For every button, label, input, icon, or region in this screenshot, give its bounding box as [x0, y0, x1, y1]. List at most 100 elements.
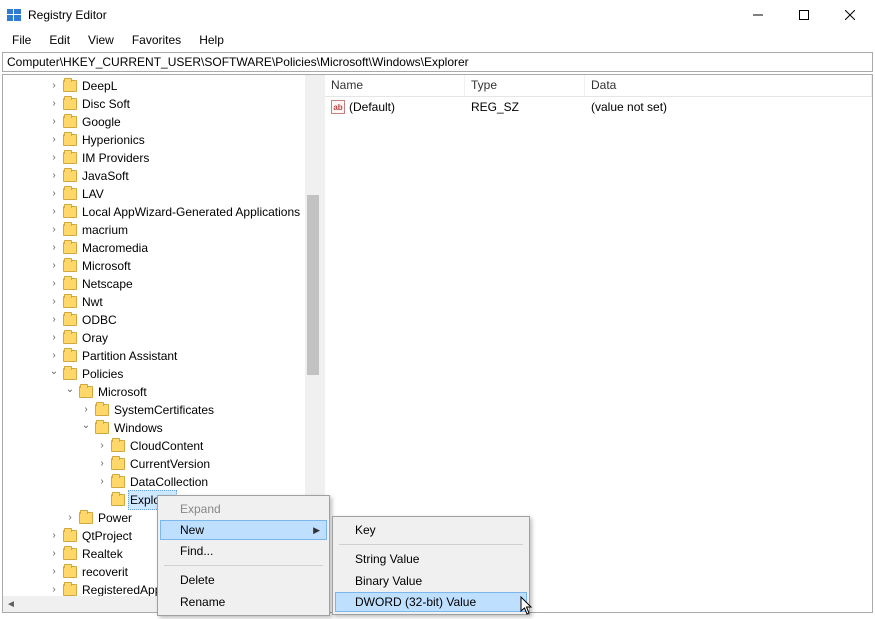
- tree-node-label: Partition Assistant: [80, 347, 179, 365]
- ctx-rename[interactable]: Rename: [160, 591, 327, 613]
- col-header-type[interactable]: Type: [465, 75, 585, 96]
- tree-node[interactable]: ›Hyperionics: [7, 131, 321, 149]
- expand-icon[interactable]: ›: [96, 440, 108, 452]
- tree-node[interactable]: › LAV: [7, 185, 321, 203]
- tree-vscroll-thumb[interactable]: [307, 195, 319, 375]
- value-data: (value not set): [585, 98, 872, 116]
- expand-icon[interactable]: ›: [48, 548, 60, 560]
- tree-node[interactable]: › CloudContent: [7, 437, 321, 455]
- expand-icon[interactable]: ›: [48, 206, 60, 218]
- submenu-key[interactable]: Key: [335, 519, 527, 541]
- menu-edit[interactable]: Edit: [41, 31, 78, 49]
- expand-icon[interactable]: ›: [48, 242, 60, 254]
- expand-icon[interactable]: ›: [48, 80, 60, 92]
- expand-icon[interactable]: ›: [96, 458, 108, 470]
- tree-node-label: macrium: [80, 221, 130, 239]
- ctx-separator: [164, 565, 323, 566]
- folder-icon: [63, 224, 77, 236]
- expand-icon[interactable]: ›: [48, 134, 60, 146]
- tree-node-label: LAV: [80, 185, 106, 203]
- menu-file[interactable]: File: [4, 31, 39, 49]
- submenu-string[interactable]: String Value: [335, 548, 527, 570]
- expand-icon[interactable]: ›: [48, 224, 60, 236]
- tree-node-label: Policies: [80, 365, 125, 383]
- tree-node[interactable]: ›Nwt: [7, 293, 321, 311]
- tree-node[interactable]: › DataCollection: [7, 473, 321, 491]
- minimize-button[interactable]: [735, 0, 781, 30]
- ctx-delete[interactable]: Delete: [160, 569, 327, 591]
- tree-node-label: Disc Soft: [80, 95, 132, 113]
- expand-icon[interactable]: ›: [48, 296, 60, 308]
- list-header: Name Type Data: [325, 75, 872, 97]
- expand-icon[interactable]: ›: [48, 566, 60, 578]
- context-menu: Expand New ▶ Find... Delete Rename: [157, 495, 330, 616]
- folder-icon: [63, 278, 77, 290]
- hscroll-left[interactable]: ◄: [3, 596, 19, 612]
- tree-node-label: IM Providers: [80, 149, 151, 167]
- menu-favorites[interactable]: Favorites: [124, 31, 189, 49]
- col-header-data[interactable]: Data: [585, 75, 872, 96]
- tree-node[interactable]: ⌄Windows: [7, 419, 321, 437]
- tree-node[interactable]: ›DeepL: [7, 77, 321, 95]
- tree-node[interactable]: ›Oray: [7, 329, 321, 347]
- expand-icon[interactable]: ›: [48, 152, 60, 164]
- folder-icon: [63, 368, 77, 380]
- list-row[interactable]: ab (Default) REG_SZ (value not set): [325, 97, 872, 117]
- expand-icon[interactable]: ›: [48, 116, 60, 128]
- col-header-name[interactable]: Name: [325, 75, 465, 96]
- expand-icon[interactable]: ›: [48, 188, 60, 200]
- tree-node[interactable]: › JavaSoft: [7, 167, 321, 185]
- tree-node-label: DataCollection: [128, 473, 210, 491]
- expand-icon[interactable]: ›: [48, 170, 60, 182]
- context-submenu-new: Key String Value Binary Value DWORD (32-…: [332, 516, 530, 615]
- address-bar[interactable]: Computer\HKEY_CURRENT_USER\SOFTWARE\Poli…: [2, 52, 873, 72]
- submenu-string-label: String Value: [355, 552, 419, 566]
- expand-icon[interactable]: ›: [48, 314, 60, 326]
- tree-node[interactable]: ›Local AppWizard-Generated Applications: [7, 203, 321, 221]
- maximize-button[interactable]: [781, 0, 827, 30]
- folder-icon: [63, 260, 77, 272]
- folder-icon: [95, 422, 109, 434]
- tree-node[interactable]: ›Netscape: [7, 275, 321, 293]
- ctx-rename-label: Rename: [180, 595, 225, 609]
- tree-node[interactable]: › Disc Soft: [7, 95, 321, 113]
- tree-node[interactable]: ›Macromedia: [7, 239, 321, 257]
- collapse-icon[interactable]: ⌄: [80, 420, 92, 432]
- submenu-dword[interactable]: DWORD (32-bit) Value: [335, 592, 527, 612]
- tree-node[interactable]: › CurrentVersion: [7, 455, 321, 473]
- expand-icon[interactable]: ›: [64, 512, 76, 524]
- tree-node[interactable]: ›Microsoft: [7, 257, 321, 275]
- tree-node[interactable]: › macrium: [7, 221, 321, 239]
- collapse-icon[interactable]: ⌄: [64, 384, 76, 396]
- ctx-find[interactable]: Find...: [160, 540, 327, 562]
- tree-node[interactable]: › IM Providers: [7, 149, 321, 167]
- expand-icon[interactable]: ›: [48, 530, 60, 542]
- tree-node-label: CurrentVersion: [128, 455, 212, 473]
- expand-icon[interactable]: ›: [48, 350, 60, 362]
- expand-icon[interactable]: ›: [48, 278, 60, 290]
- folder-icon: [63, 80, 77, 92]
- expand-icon[interactable]: ›: [48, 260, 60, 272]
- tree-node[interactable]: ⌄Microsoft: [7, 383, 321, 401]
- ctx-expand[interactable]: Expand: [160, 498, 327, 520]
- submenu-binary[interactable]: Binary Value: [335, 570, 527, 592]
- expand-icon[interactable]: ›: [48, 584, 60, 596]
- tree-node[interactable]: ›Google: [7, 113, 321, 131]
- tree-node-label: JavaSoft: [80, 167, 131, 185]
- tree-node-label: CloudContent: [128, 437, 205, 455]
- folder-icon: [63, 530, 77, 542]
- close-button[interactable]: [827, 0, 873, 30]
- expand-icon[interactable]: ›: [48, 98, 60, 110]
- tree-node[interactable]: ›ODBC: [7, 311, 321, 329]
- collapse-icon[interactable]: ⌄: [48, 366, 60, 378]
- menu-view[interactable]: View: [80, 31, 122, 49]
- folder-icon: [79, 512, 93, 524]
- expand-icon[interactable]: ›: [80, 404, 92, 416]
- expand-icon[interactable]: ›: [48, 332, 60, 344]
- tree-node[interactable]: ›SystemCertificates: [7, 401, 321, 419]
- tree-node[interactable]: ⌄ Policies: [7, 365, 321, 383]
- ctx-new[interactable]: New ▶: [160, 520, 327, 540]
- expand-icon[interactable]: ›: [96, 476, 108, 488]
- value-name: (Default): [349, 100, 395, 114]
- menu-help[interactable]: Help: [191, 31, 232, 49]
